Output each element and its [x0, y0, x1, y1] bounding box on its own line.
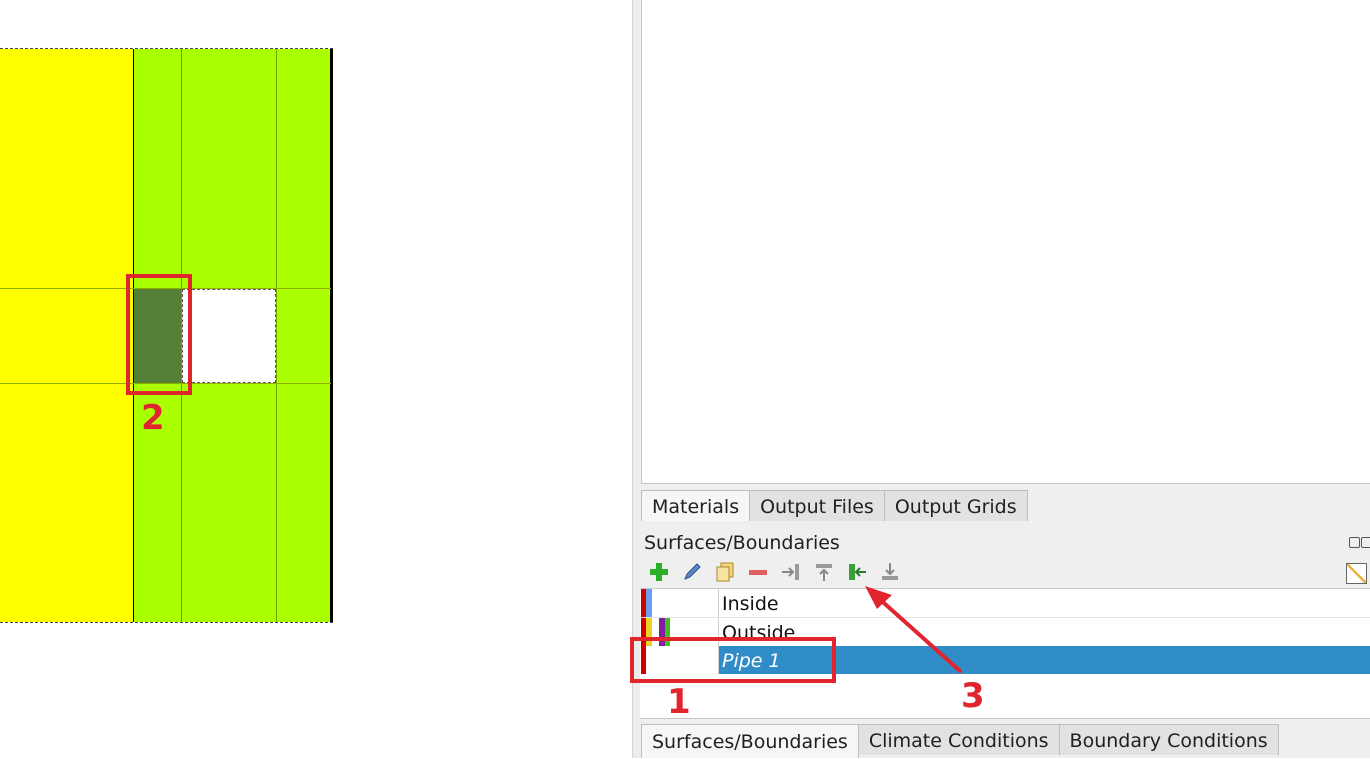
dock-float-icon[interactable] [1349, 537, 1360, 548]
copy-icon[interactable] [712, 560, 737, 584]
main-tab-bar: Materials Output Files Output Grids [641, 490, 1028, 521]
surface-label: Inside [722, 593, 779, 615]
bottom-tab-bar: Surfaces/Boundaries Climate Conditions B… [641, 724, 1279, 758]
tab-surfaces-boundaries[interactable]: Surfaces/Boundaries [641, 724, 859, 758]
upper-dock-view [641, 0, 1370, 484]
assign-right-icon[interactable] [778, 560, 803, 584]
annotation-arrow-3 [865, 586, 962, 673]
construction-canvas[interactable] [0, 0, 632, 758]
canvas-right-border [330, 49, 333, 622]
dock-close-icon[interactable] [1361, 537, 1370, 548]
canvas-top-border [0, 48, 333, 50]
grid-line [276, 49, 277, 622]
dock-title: Surfaces/Boundaries [644, 532, 840, 554]
tab-materials[interactable]: Materials [641, 490, 751, 521]
annotation-box-2 [126, 274, 192, 395]
tab-boundary-conditions[interactable]: Boundary Conditions [1058, 724, 1279, 755]
canvas-bottom-border [0, 622, 333, 624]
clear-assignment-icon[interactable] [1346, 563, 1367, 584]
edit-pencil-icon[interactable] [679, 560, 704, 584]
tab-climate-conditions[interactable]: Climate Conditions [857, 724, 1060, 755]
tab-output-files[interactable]: Output Files [749, 490, 885, 521]
tab-output-grids[interactable]: Output Grids [883, 490, 1028, 521]
material-region-yellow[interactable] [0, 49, 133, 622]
list-item[interactable]: Inside [640, 589, 1370, 617]
annotation-number-1: 1 [667, 682, 691, 722]
remove-icon[interactable] [745, 560, 770, 584]
annotation-box-1 [630, 637, 836, 683]
annotation-number-2: 2 [141, 398, 165, 438]
pipe-empty-cell[interactable] [182, 289, 276, 383]
add-icon[interactable] [646, 560, 671, 584]
surface-color-swatch [640, 589, 719, 617]
assign-up-icon[interactable] [811, 560, 836, 584]
